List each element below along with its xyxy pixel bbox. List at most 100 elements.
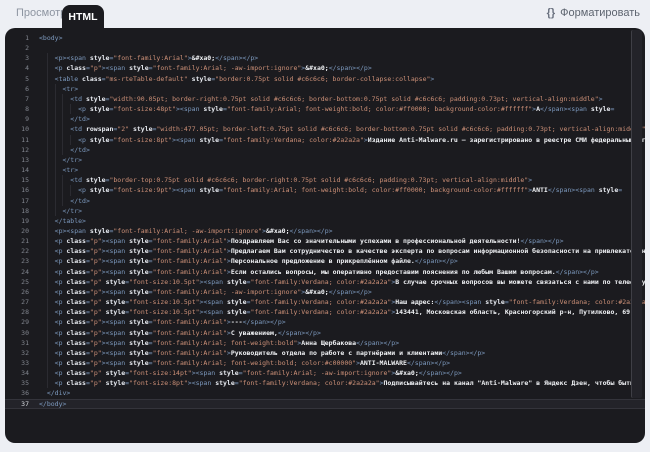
code-line-content: <p class="p" style="font-size:10.5pt"><s… [39,297,645,308]
indent-guide [54,104,56,115]
code-line-content: <p class="p"><span style="font-family:Ar… [39,63,372,74]
code-line-content: <p><span style="font-family:Arial; -aw-i… [39,225,333,237]
indent-guide [62,185,64,196]
indent-guide [46,134,48,145]
indent-guide [62,93,64,105]
line-number: 16 [21,186,29,195]
indent-guide [54,83,56,94]
code-line-content: <p class="p"><span style="font-family:Ar… [39,266,599,277]
indent-guide [54,124,56,135]
code-line-content: <p class="p"><span style="font-family:Ar… [39,337,400,348]
indent-guide [46,73,48,84]
line-number: 28 [21,308,29,317]
format-button-label: Форматировать [560,7,640,19]
code-line: 35 <p class="p" style="font-size:8pt"><s… [5,378,645,389]
indent-guide [46,327,48,338]
code-line-content: <p class="p" style="font-size:14pt"><spa… [39,368,462,379]
line-number: 26 [21,287,29,296]
code-line: 11 <p style="font-size:8pt"><span style=… [5,134,645,145]
line-number: 15 [21,176,29,185]
indent-guide [46,53,48,64]
indent-guide [46,276,48,287]
line-number: 4 [25,64,29,73]
code-line-content: <tr> [39,83,79,94]
indent-guide [46,195,48,206]
indent-guide [54,154,56,166]
indent-guide [46,368,48,379]
line-number: 17 [21,196,29,205]
code-line: 15 <td style="border-top:0.75pt solid #c… [5,175,645,186]
line-number: 11 [21,135,29,144]
code-line: 29 <p class="p"><span style="font-family… [5,317,645,328]
indent-guide [62,144,64,155]
line-number: 36 [21,389,29,398]
line-number: 14 [21,166,29,175]
indent-guide [46,286,48,298]
indent-guide [46,215,48,226]
code-line-content: <p class="p" style="font-size:10.5pt"><s… [39,276,645,287]
code-line-content: <td style="border-top:0.75pt solid #c6c6… [39,175,645,186]
code-line-content: <p class="p"><span style="font-family:Ar… [39,236,564,247]
tab-html-active[interactable]: HTML [62,5,104,28]
line-number: 12 [21,145,29,154]
line-number: 7 [25,94,29,103]
line-number: 23 [21,257,29,266]
code-line-content: <td style="width:90.05pt; border-right:0… [39,93,645,105]
code-line-content: </tr> [39,154,83,166]
code-line-content: <body> [39,34,63,42]
code-line: 21 <p class="p"><span style="font-family… [5,236,645,247]
code-line: 14 <tr> [5,165,645,176]
indent-guide [70,185,72,196]
indent-guide [46,225,48,237]
code-line: 17 </td> [5,195,645,206]
indent-guide [46,347,48,358]
code-line: 2 [5,43,645,53]
line-number: 32 [21,348,29,357]
tab-preview[interactable]: Просмотр [16,7,66,19]
line-number: 37 [21,399,29,408]
indent-guide [46,185,48,196]
code-line: 34 <p class="p" style="font-size:14pt"><… [5,368,645,379]
line-number: 35 [21,379,29,388]
indent-guide [46,378,48,389]
indent-guide [46,246,48,257]
code-line: 4 <p class="p"><span style="font-family:… [5,63,645,74]
format-button[interactable]: {} Форматировать [547,7,640,19]
code-line: 25 <p class="p" style="font-size:10.5pt"… [5,276,645,287]
code-line-content: <td rowspan="2" style="width:477.05pt; b… [39,124,645,135]
indent-guide [46,104,48,115]
indent-guide [46,93,48,105]
code-line-content [39,43,645,53]
code-line-content: </td> [39,114,90,125]
code-line-content: <p class="p"><span style="font-family:Ar… [39,286,372,298]
indent-guide [54,195,56,206]
code-line-content: </table> [39,215,86,226]
indent-guide [46,317,48,328]
indent-guide [54,175,56,186]
code-line: 9 </td> [5,114,645,125]
vertical-scrollbar-thumb[interactable] [631,30,642,398]
code-line-content: <p class="p"><span style="font-family:Ar… [39,347,486,358]
indent-guide [46,307,48,318]
code-editor[interactable]: 1 <body> 2 3 <p><span style="font-family:Ar… [5,28,645,443]
code-line: 30 <p class="p"><span style="font-family… [5,327,645,338]
indent-guide [46,83,48,94]
code-line: 32 <p class="p"><span style="font-family… [5,347,645,358]
indent-guide [54,114,56,125]
code-line-content: </td> [39,144,90,155]
code-line: 12 </td> [5,144,645,155]
line-number: 9 [25,115,29,124]
code-line: 16 <p style="font-size:9pt"><span style=… [5,185,645,196]
code-line-content: <p><span style="font-family:Arial">&#xa0… [39,53,259,64]
line-number: 18 [21,206,29,215]
indent-guide [46,358,48,369]
code-line-content: </div> [39,389,71,398]
code-line: 19 </table> [5,215,645,226]
indent-guide [46,337,48,348]
code-line: 24 <p class="p"><span style="font-family… [5,266,645,277]
indent-guide [46,266,48,277]
indent-guide [46,114,48,125]
code-line: 33 <p class="p"><span style="font-family… [5,358,645,369]
code-line-content: <p class="p" style="font-size:10.5pt"><s… [39,307,645,318]
code-line-content: </tr> [39,205,83,216]
